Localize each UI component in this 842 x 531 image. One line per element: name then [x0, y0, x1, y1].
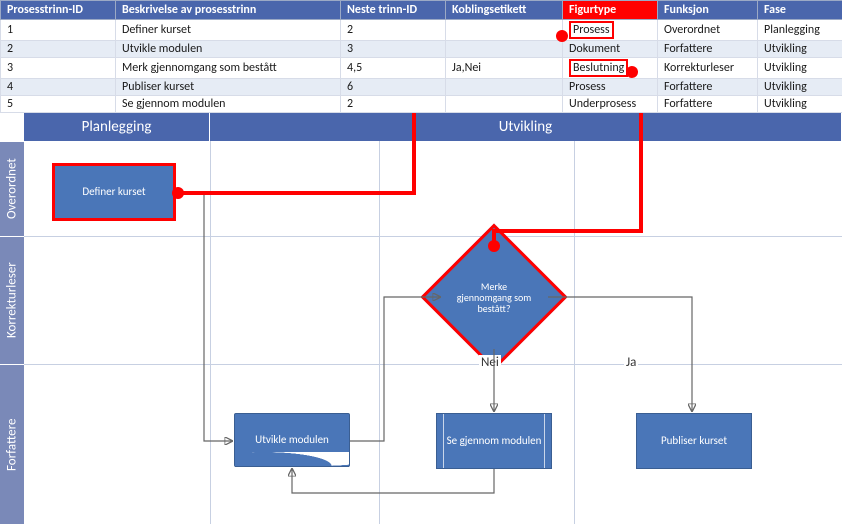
cell-desc: Publiser kurset — [116, 79, 341, 96]
shape-definer-kurset[interactable]: Definer kurset — [52, 163, 176, 221]
cell-phase: Utvikling — [758, 79, 842, 96]
shape-highlight-prosess: Prosess — [569, 21, 614, 39]
phase-development: Utvikling — [210, 113, 842, 141]
cell-conn — [446, 79, 563, 96]
connector-label-nei: Nei — [479, 355, 501, 370]
phase-header: Planlegging Utvikling — [0, 113, 842, 141]
cell-phase: Planlegging — [758, 20, 842, 41]
phase-stub — [0, 113, 24, 141]
cell-id: 3 — [1, 58, 116, 79]
cell-shape: Prosess — [563, 79, 658, 96]
cell-id: 2 — [1, 41, 116, 58]
cell-shape: Dokument — [563, 41, 658, 58]
cell-next: 2 — [341, 20, 446, 41]
cell-phase: Utvikling — [758, 96, 842, 113]
highlight-dot-beslutning — [488, 240, 500, 252]
shape-publiser-kurset[interactable]: Publiser kurset — [636, 413, 752, 469]
table-row: 1 Definer kurset 2 Prosess Overordnet Pl… — [1, 20, 842, 41]
shape-highlight-beslutning: Beslutning — [569, 59, 628, 77]
cell-desc: Definer kurset — [116, 20, 341, 41]
cell-func: Forfattere — [658, 41, 758, 58]
cell-next: 6 — [341, 79, 446, 96]
conn-develop-decision — [350, 297, 440, 441]
th-func: Funksjon — [658, 1, 758, 20]
swimlane-diagram: Planlegging Utvikling Overordnet Korrekt… — [0, 113, 842, 524]
th-desc: Beskrivelse av prosesstrinn — [116, 1, 341, 20]
cell-func: Overordnet — [658, 20, 758, 41]
cell-id: 4 — [1, 79, 116, 96]
cell-next: 3 — [341, 41, 446, 58]
cell-conn: Ja,Nei — [446, 58, 563, 79]
lane-korrekturleser: Korrekturleser — [0, 236, 24, 364]
table-row: 2 Utvikle modulen 3 Dokument Forfattere … — [1, 41, 842, 58]
table-row: 5 Se gjennom modulen 2 Underprosess Forf… — [1, 96, 842, 113]
cell-id: 5 — [1, 96, 116, 113]
highlight-dot-prosess — [172, 187, 184, 199]
conn-decision-yes-publish — [548, 297, 692, 411]
cell-conn — [446, 41, 563, 58]
th-shape: Figurtype — [563, 1, 658, 20]
lane-forfattere: Forfattere — [0, 364, 24, 524]
cell-id: 1 — [1, 20, 116, 41]
cell-func: Korrekturleser — [658, 58, 758, 79]
shape-utvikle-modulen[interactable]: Utvikle modulen — [234, 413, 350, 467]
shape-decision-gjennomgang[interactable]: Merke gjennomgang som bestått? — [442, 245, 546, 349]
cell-func: Forfattere — [658, 79, 758, 96]
cell-conn — [446, 96, 563, 113]
th-next: Neste trinn-ID — [341, 1, 446, 20]
cell-desc: Utvikle modulen — [116, 41, 341, 58]
conn-review-develop — [292, 469, 494, 493]
lane-overordnet: Overordnet — [0, 141, 24, 236]
table-row: 4 Publiser kurset 6 Prosess Forfattere U… — [1, 79, 842, 96]
highlight-dot-table-beslutning — [626, 66, 638, 78]
lane-labels: Overordnet Korrekturleser Forfattere — [0, 141, 24, 524]
cell-desc: Se gjennom modulen — [116, 96, 341, 113]
conn-define-develop — [176, 192, 232, 441]
connector-label-ja: Ja — [624, 355, 638, 370]
th-id: Prosesstrinn-ID — [1, 1, 116, 20]
th-conn: Koblingsetikett — [446, 1, 563, 20]
decision-label: Merke gjennomgang som bestått? — [442, 245, 546, 349]
cell-phase: Utvikling — [758, 58, 842, 79]
cell-func: Forfattere — [658, 96, 758, 113]
cell-shape: Prosess — [563, 20, 658, 41]
cell-desc: Merk gjennomgang som bestått — [116, 58, 341, 79]
cell-next: 4,5 — [341, 58, 446, 79]
highlight-dot-table-prosess — [556, 30, 568, 42]
diagram-canvas: Definer kurset Merke gjennomgang som bes… — [24, 141, 842, 524]
cell-next: 2 — [341, 96, 446, 113]
cell-conn — [446, 20, 563, 41]
phase-planning: Planlegging — [24, 113, 210, 141]
cell-shape: Beslutning — [563, 58, 658, 79]
th-phase: Fase — [758, 1, 842, 20]
shape-se-gjennom-modulen[interactable]: Se gjennom modulen — [436, 413, 552, 469]
cell-phase: Utvikling — [758, 41, 842, 58]
process-table: Prosesstrinn-ID Beskrivelse av prosesstr… — [0, 0, 842, 113]
cell-shape: Underprosess — [563, 96, 658, 113]
table-row: 3 Merk gjennomgang som bestått 4,5 Ja,Ne… — [1, 58, 842, 79]
table-header-row: Prosesstrinn-ID Beskrivelse av prosesstr… — [1, 1, 842, 20]
